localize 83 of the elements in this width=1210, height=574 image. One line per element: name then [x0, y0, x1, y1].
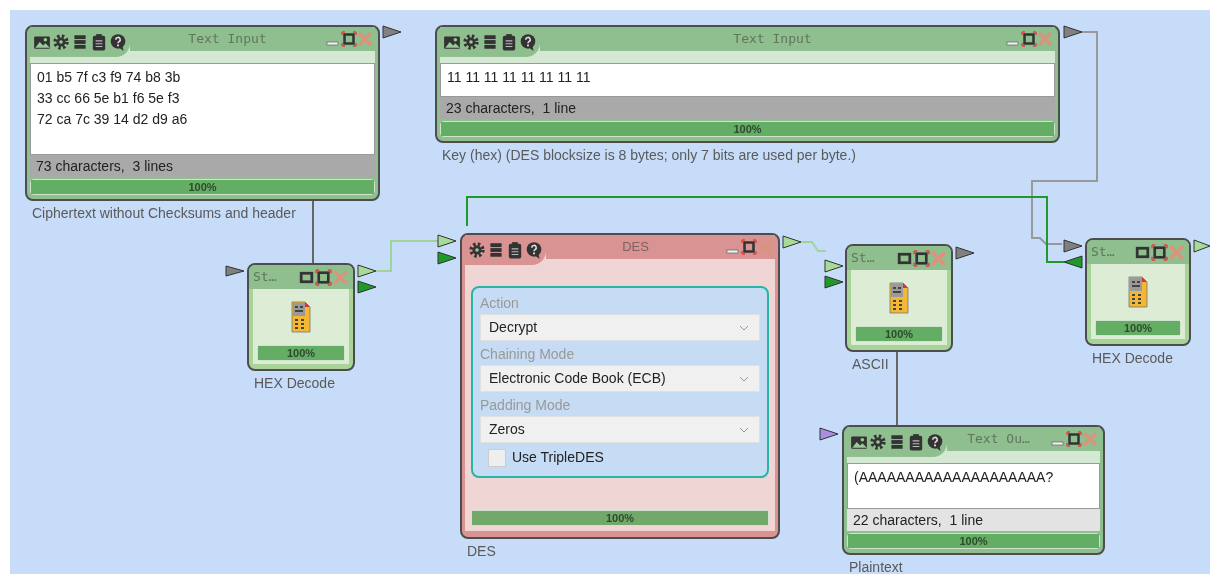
node-caption: ASCII — [852, 356, 889, 372]
clipboard-icon[interactable] — [907, 433, 925, 451]
help-icon[interactable] — [109, 33, 127, 51]
input-port-icon[interactable] — [824, 275, 844, 289]
progress-label: 100% — [959, 535, 988, 547]
dropdown[interactable]: Zeros — [480, 416, 760, 443]
output-port-icon[interactable] — [357, 264, 377, 278]
document-icon — [291, 301, 311, 333]
maximize-icon[interactable] — [1151, 243, 1168, 261]
settings-icon[interactable] — [52, 33, 70, 51]
progress-label: 100% — [884, 328, 914, 340]
input-port-icon[interactable] — [437, 234, 457, 248]
output-text-area[interactable]: (AAAAAAAAAAAAAAAAAAAA? — [847, 463, 1100, 509]
output-port-icon[interactable] — [382, 25, 402, 39]
progress-label: 100% — [188, 181, 217, 193]
settings-icon[interactable] — [869, 433, 887, 451]
status-text: 73 characters, 3 lines — [30, 155, 375, 177]
settings-icon[interactable] — [468, 241, 486, 259]
status-text: 23 characters, 1 line — [440, 97, 1055, 119]
node-title: St… — [253, 268, 278, 287]
text-input-field[interactable]: 01 b5 7f c3 f9 74 b8 3b 33 cc 66 5e b1 f6 5e f3 72 ca 7c 39 14 d2 d9 a6 — [30, 63, 375, 155]
chevron-icon — [739, 375, 749, 382]
chevron-icon — [739, 324, 749, 331]
node-title: St… — [851, 249, 876, 268]
field-label: Action — [480, 294, 520, 313]
progress-label: 100% — [1123, 322, 1153, 334]
checkbox[interactable] — [488, 448, 506, 467]
output-port-icon[interactable] — [1193, 239, 1210, 253]
node-title: Text Input — [732, 30, 813, 49]
node-title: Text Input — [187, 30, 268, 49]
status-text: 22 characters, 1 line — [847, 509, 1100, 531]
node-caption: HEX Decode — [1092, 350, 1173, 366]
settings-icon[interactable] — [462, 33, 480, 51]
list-icon[interactable] — [481, 33, 499, 51]
maximize-icon[interactable] — [315, 268, 332, 286]
list-icon[interactable] — [888, 433, 906, 451]
help-icon[interactable] — [525, 241, 543, 259]
input-port-icon[interactable] — [225, 265, 245, 277]
output-port-icon[interactable] — [357, 280, 377, 294]
clipboard-icon[interactable] — [500, 33, 518, 51]
node-caption: HEX Decode — [254, 375, 335, 391]
list-icon[interactable] — [71, 33, 89, 51]
node-caption: DES — [467, 543, 496, 559]
maximize-icon[interactable] — [913, 249, 930, 267]
connector-line — [312, 199, 314, 264]
document-icon — [889, 282, 909, 314]
image-icon[interactable] — [443, 33, 461, 51]
field-label: Chaining Mode — [480, 345, 576, 364]
progress-label: 100% — [286, 347, 316, 359]
input-port-icon[interactable] — [1063, 239, 1083, 253]
checkbox-label: Use TripleDES — [512, 448, 604, 467]
clipboard-icon[interactable] — [506, 241, 524, 259]
list-icon[interactable] — [487, 241, 505, 259]
dropdown[interactable]: Electronic Code Book (ECB) — [480, 365, 760, 392]
field-label: Padding Mode — [480, 396, 572, 415]
image-icon[interactable] — [850, 433, 868, 451]
dropdown[interactable]: Decrypt — [480, 314, 760, 341]
help-icon[interactable] — [519, 33, 537, 51]
maximize-icon[interactable] — [1021, 31, 1037, 47]
input-port-icon[interactable] — [824, 259, 844, 273]
clipboard-icon[interactable] — [90, 33, 108, 51]
maximize-icon[interactable] — [341, 31, 357, 47]
node-title: St… — [1091, 243, 1116, 262]
node-caption: Key (hex) (DES blocksize is 8 bytes; only 7 bits are used per byte.) — [442, 147, 856, 163]
output-port-icon[interactable] — [782, 235, 802, 249]
progress-label: 100% — [733, 123, 762, 135]
node-title: DES — [621, 238, 650, 257]
image-icon[interactable] — [33, 33, 51, 51]
maximize-icon[interactable] — [741, 239, 757, 255]
output-port-icon[interactable] — [955, 246, 975, 260]
help-icon[interactable] — [926, 433, 944, 451]
input-port-icon[interactable] — [437, 251, 457, 265]
output-port-icon[interactable] — [1063, 25, 1083, 39]
node-title: Text Ou… — [966, 430, 1031, 449]
chevron-icon — [739, 426, 749, 433]
output-port-icon[interactable] — [1063, 255, 1083, 269]
document-icon — [1128, 276, 1148, 308]
text-input-field[interactable]: 11 11 11 11 11 11 11 11 — [440, 63, 1055, 97]
progress-label: 100% — [605, 512, 635, 524]
maximize-icon[interactable] — [1066, 431, 1082, 447]
node-caption: Ciphertext without Checksums and header — [32, 205, 296, 221]
node-caption: Plaintext — [849, 559, 903, 574]
input-port-icon[interactable] — [819, 427, 839, 441]
